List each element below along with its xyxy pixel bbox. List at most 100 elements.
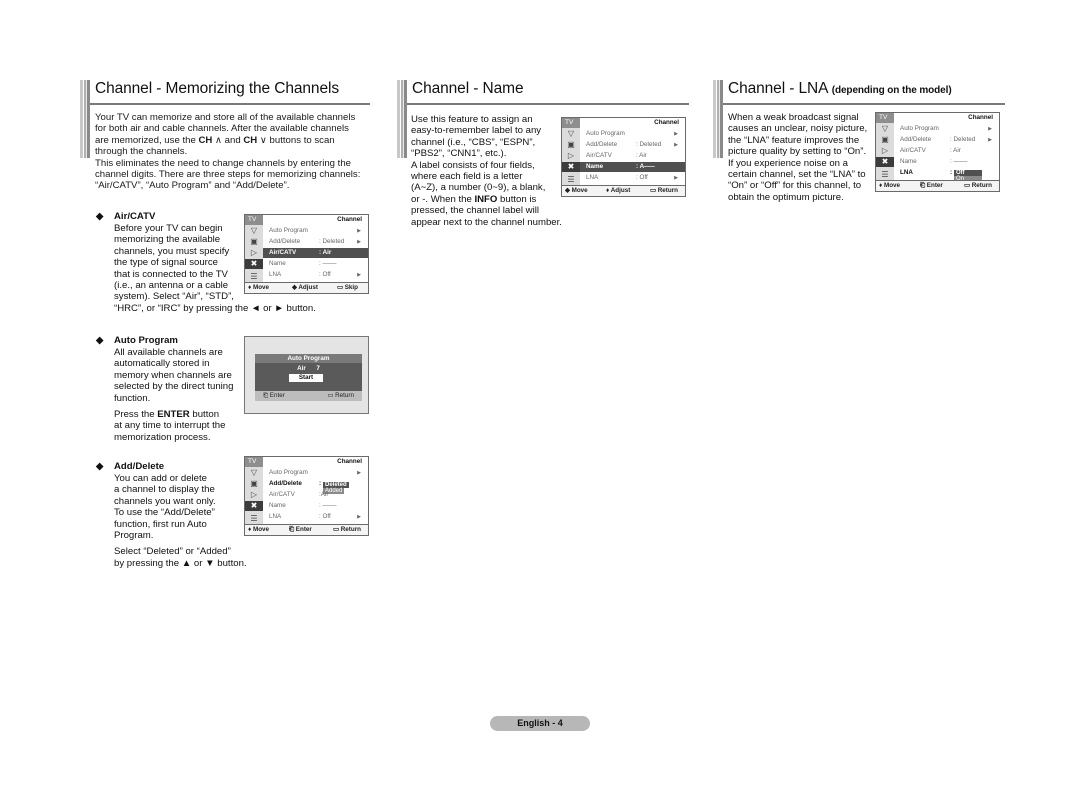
section-rule	[407, 103, 689, 105]
section-bar-decoration	[397, 80, 409, 158]
osd-row-air-catv: Air/CATV: Air	[586, 152, 647, 159]
section-title: Channel - Memorizing the Channels	[95, 80, 339, 97]
text-line: through the channels.	[95, 146, 188, 158]
osd-menu-add-delete: TV Channel ▽ ▣ ▷ ✖ ☰ Auto Program ▶ Add/D…	[244, 456, 369, 536]
picture-icon: ▣	[881, 135, 889, 144]
section-rule	[723, 103, 1005, 105]
name-input[interactable]: A‒‒‒	[640, 163, 655, 170]
auto-program-status: Air 7	[297, 365, 320, 372]
osd-menu-lna: TV Channel ▽ ▣ ▷ ✖ ☰ Auto Program ▶ Add/D…	[875, 112, 1000, 192]
channel-icon: ✖	[245, 501, 263, 511]
section-header: Channel - Memorizing the Channels	[80, 80, 370, 158]
channel-icon: ✖	[876, 157, 894, 167]
osd-row-lna: LNA: Off ▶	[586, 174, 678, 181]
auto-program-title: Auto Program	[255, 354, 362, 363]
antenna-icon: ▽	[881, 124, 889, 133]
osd-row-name: Name: A‒‒‒	[580, 162, 685, 172]
section-memorizing: Channel - Memorizing the Channels Your T…	[80, 80, 370, 569]
footer-enter: ⎗ Enter	[920, 182, 943, 189]
footer-move: ♦ Move	[248, 284, 270, 291]
osd-tv-tab: TV	[562, 118, 580, 128]
osd-header: Channel	[337, 458, 362, 465]
section-title: Channel - LNA (depending on the model)	[728, 80, 952, 97]
osd-tv-tab: TV	[876, 113, 894, 123]
section-title: Channel - Name	[412, 80, 524, 97]
section-bar-decoration	[80, 80, 92, 158]
text-line: for both air and cable channels. After t…	[95, 123, 349, 135]
osd-row-lna: LNA: Off ▶	[269, 271, 361, 278]
setup-icon: ☰	[250, 272, 258, 281]
bullet-heading-aircatv: ◆ Air/CATV	[96, 211, 156, 222]
intro-paragraph: Your TV can memorize and store all of th…	[95, 112, 385, 192]
text-line: are memorized, use the CH ∧ and CH ∨ but…	[95, 134, 335, 146]
setup-icon: ☰	[567, 175, 575, 184]
osd-header: Channel	[654, 119, 679, 126]
footer-return: ▭ Return	[333, 526, 361, 533]
antenna-icon: ▽	[250, 226, 258, 235]
osd-row-add-delete: Add/Delete: Deleted ▶	[586, 141, 678, 148]
osd-footer: ◆ Move ♦ Adjust ▭ Return	[562, 185, 685, 196]
section-rule	[90, 103, 370, 105]
footer-enter: ⎗ Enter	[289, 526, 312, 533]
diamond-bullet-icon: ◆	[96, 211, 104, 222]
footer-adjust: ◆ Adjust	[292, 284, 318, 291]
diamond-bullet-icon: ◆	[96, 335, 104, 346]
section-bar-decoration	[713, 80, 725, 158]
osd-row-auto-program: Auto Program ▶	[900, 125, 992, 132]
osd-menu-name: TV Channel ▽ ▣ ▷ ✖ ☰ Auto Program ▶ Add/D…	[561, 117, 686, 197]
footer-skip: ▭ Skip	[337, 284, 358, 291]
text-line: “Air/CATV”, “Auto Program” and “Add/Dele…	[95, 180, 290, 192]
section-header: Channel - Name	[397, 80, 689, 158]
osd-footer: ♦ Move ⎗ Enter ▭ Return	[876, 180, 999, 191]
osd-auto-program: Auto Program Air 7 Start ⎗ Enter ▭ Retur…	[244, 336, 369, 414]
osd-header: Channel	[337, 216, 362, 223]
osd-row-auto-program: Auto Program ▶	[269, 469, 361, 476]
osd-header: Channel	[968, 114, 993, 121]
text-line: This eliminates the need to change chann…	[95, 157, 352, 169]
osd-row-lna: LNA: Off ▶	[269, 513, 361, 520]
sound-icon: ▷	[250, 490, 258, 499]
osd-row-auto-program: Auto Program ▶	[269, 227, 361, 234]
diamond-bullet-icon: ◆	[96, 461, 104, 472]
sound-icon: ▷	[881, 146, 889, 155]
section-lna: Channel - LNA (depending on the model) W…	[713, 80, 1005, 203]
channel-icon: ✖	[245, 259, 263, 269]
bullet-text-auto-program: All available channels are automatically…	[114, 347, 234, 443]
footer-return: ▭ Return	[650, 187, 678, 194]
osd-row-air-catv: Air/CATV:Air	[269, 491, 329, 498]
osd-tv-tab: TV	[245, 215, 263, 225]
sound-icon: ▷	[567, 151, 575, 160]
start-button[interactable]: Start	[289, 374, 323, 382]
picture-icon: ▣	[250, 237, 258, 246]
osd-row-auto-program: Auto Program ▶	[586, 130, 678, 137]
footer-move: ◆ Move	[565, 187, 588, 194]
osd-row-lna: LNA:	[900, 169, 953, 176]
osd-footer: ♦ Move ◆ Adjust ▭ Skip	[245, 282, 368, 293]
sound-icon: ▷	[250, 248, 258, 257]
osd-menu-aircatv: TV Channel ▽ ▣ ▷ ✖ ☰ Auto Program ▶ Add/D…	[244, 214, 369, 294]
osd-row-name: Name: ‒‒‒‒	[900, 158, 968, 165]
footer-enter: ⎗ Enter	[263, 392, 285, 399]
channel-icon: ✖	[562, 162, 580, 172]
page-number-badge: English - 4	[490, 716, 590, 731]
osd-row-air-catv: Air/CATV: Air	[900, 147, 961, 154]
section-header: Channel - LNA (depending on the model)	[713, 80, 1005, 158]
footer-return: ▭ Return	[327, 392, 354, 399]
bullet-heading-add-delete: ◆ Add/Delete	[96, 461, 165, 472]
text-line: channel digits. There are three steps fo…	[95, 169, 361, 181]
footer-return: ▭ Return	[964, 182, 992, 189]
footer-adjust: ♦ Adjust	[606, 187, 631, 194]
osd-row-name: Name: ‒‒‒‒	[269, 260, 337, 267]
bullet-heading-auto-program: ◆ Auto Program	[96, 335, 178, 346]
osd-row-add-delete: Add/Delete: Deleted ▶	[900, 136, 992, 143]
lna-description: When a weak broadcast signal causes an u…	[728, 112, 868, 203]
auto-program-footer: ⎗ Enter ▭ Return	[255, 391, 362, 401]
antenna-icon: ▽	[250, 468, 258, 477]
picture-icon: ▣	[567, 140, 575, 149]
osd-row-add-delete: Add/Delete: Deleted ▶	[269, 238, 361, 245]
footer-move: ♦ Move	[879, 182, 901, 189]
picture-icon: ▣	[250, 479, 258, 488]
text-line: Your TV can memorize and store all of th…	[95, 112, 356, 123]
osd-row-add-delete: Add/Delete:	[269, 480, 322, 487]
setup-icon: ☰	[250, 514, 258, 523]
